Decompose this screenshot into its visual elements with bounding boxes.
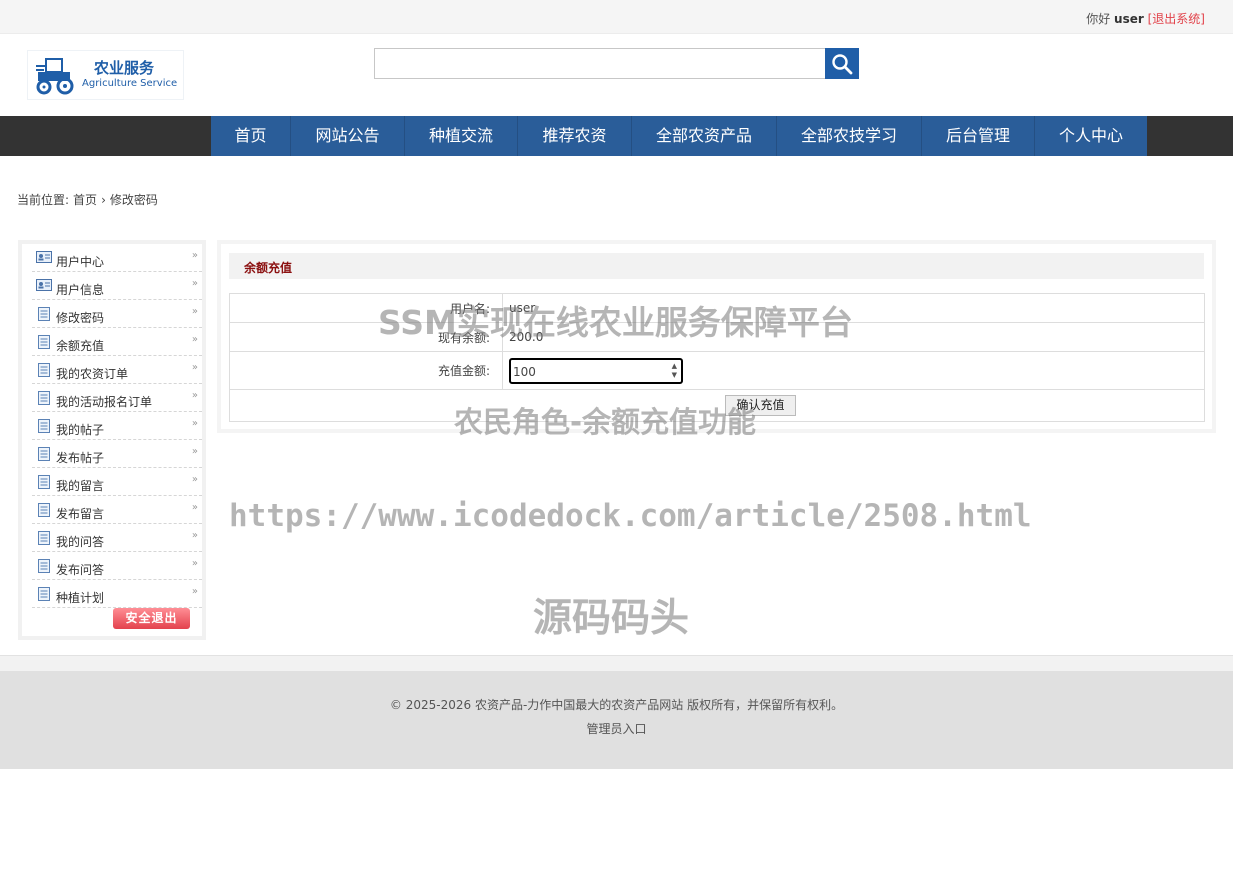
sidebar-item-label: 我的帖子: [56, 423, 105, 437]
user-greeting: 你好 user [退出系统]: [1086, 10, 1205, 27]
nav-item-home[interactable]: 首页: [211, 116, 291, 156]
chevron-right-icon: »: [191, 418, 198, 429]
username-text: user: [1114, 12, 1144, 26]
number-spinner-icon[interactable]: ▲ ▼: [672, 362, 677, 380]
footer-divider: [0, 655, 1233, 671]
nav-item-recommended[interactable]: 推荐农资: [518, 116, 632, 156]
breadcrumb-prefix: 当前位置:: [17, 193, 70, 207]
logo-subtitle: Agriculture Service: [82, 78, 178, 89]
sidebar-item[interactable]: 发布问答 »: [32, 552, 202, 580]
chevron-right-icon: »: [191, 530, 198, 541]
nav-item-all-learning[interactable]: 全部农技学习: [777, 116, 922, 156]
site-logo[interactable]: 农业服务 Agriculture Service: [27, 50, 184, 100]
document-icon: [38, 475, 50, 492]
sidebar-item-label: 我的问答: [56, 535, 105, 549]
amount-label: 充值金额:: [229, 351, 503, 390]
sidebar-item[interactable]: 修改密码 »: [32, 300, 202, 328]
sidebar-item-label: 发布问答: [56, 563, 105, 577]
document-icon: [38, 587, 50, 604]
watermark-brand: 源码码头: [533, 596, 690, 641]
chevron-right-icon: »: [191, 362, 198, 373]
sidebar-item[interactable]: 我的活动报名订单 »: [32, 384, 202, 412]
sidebar-item-label: 发布留言: [56, 507, 105, 521]
nav-item-all-products[interactable]: 全部农资产品: [632, 116, 777, 156]
footer-copyright: © 2025-2026 农资产品-力作中国最大的农资产品网站 版权所有，并保留所…: [389, 698, 844, 712]
document-icon: [38, 307, 50, 324]
amount-input[interactable]: 100 ▲ ▼: [509, 357, 683, 384]
document-icon: [38, 363, 50, 380]
breadcrumb-home[interactable]: 首页: [73, 193, 97, 207]
chevron-right-icon: »: [191, 306, 198, 317]
main-navbar: 首页 网站公告 种植交流 推荐农资 全部农资产品 全部农技学习 后台管理 个人中…: [0, 116, 1233, 156]
document-icon: [38, 503, 50, 520]
user-card-icon: [36, 251, 52, 266]
document-icon: [38, 559, 50, 576]
form-row-amount: 充值金额: 100 ▲ ▼: [229, 351, 1205, 390]
sidebar-item-label: 用户信息: [56, 283, 105, 297]
sidebar-item[interactable]: 我的农资订单 »: [32, 356, 202, 384]
main-nav: 首页 网站公告 种植交流 推荐农资 全部农资产品 全部农技学习 后台管理 个人中…: [211, 116, 1147, 156]
sidebar-item[interactable]: 发布留言 »: [32, 496, 202, 524]
nav-item-notices[interactable]: 网站公告: [291, 116, 405, 156]
sidebar-item-label: 我的留言: [56, 479, 105, 493]
document-icon: [38, 419, 50, 436]
panel-title: 余额充值: [244, 261, 293, 275]
nav-item-profile[interactable]: 个人中心: [1035, 116, 1147, 156]
breadcrumb-separator: ›: [101, 193, 106, 207]
search-button[interactable]: [825, 48, 859, 79]
sidebar-item-label: 发布帖子: [56, 451, 105, 465]
chevron-right-icon: »: [191, 558, 198, 569]
sidebar-menu: 用户中心» 用户信息» 修改密码» 余额充值» 我的农资订单» 我的活动报名订单» 我的帖子…: [32, 244, 202, 608]
sidebar-item-label: 用户中心: [56, 255, 105, 269]
chevron-right-icon: »: [191, 474, 198, 485]
watermark-url: https://www.icodedock.com/article/2508.h…: [229, 498, 1032, 534]
sidebar-item[interactable]: 我的留言 »: [32, 468, 202, 496]
sidebar-item[interactable]: 发布帖子 »: [32, 440, 202, 468]
sidebar-item[interactable]: 我的帖子 »: [32, 412, 202, 440]
chevron-right-icon: »: [191, 502, 198, 513]
admin-entry-link[interactable]: 管理员入口: [0, 720, 1233, 737]
document-icon: [38, 335, 50, 352]
sidebar-item-label: 修改密码: [56, 311, 105, 325]
amount-cell: 100 ▲ ▼: [502, 351, 1205, 390]
safe-logout-button[interactable]: 安全退出: [113, 608, 190, 629]
document-icon: [38, 391, 50, 408]
nav-item-planting-exchange[interactable]: 种植交流: [405, 116, 518, 156]
sidebar-item[interactable]: 用户中心 »: [32, 244, 202, 272]
breadcrumb: 当前位置: 首页 › 修改密码: [17, 191, 162, 208]
chevron-right-icon: »: [191, 278, 198, 289]
footer: © 2025-2026 农资产品-力作中国最大的农资产品网站 版权所有，并保留所…: [0, 671, 1233, 769]
panel-title-bar: 余额充值: [229, 253, 1204, 279]
chevron-right-icon: »: [191, 390, 198, 401]
watermark-title: SSM实现在线农业服务保障平台: [378, 303, 853, 342]
sidebar-item-label: 种植计划: [56, 591, 105, 605]
sidebar-item-label: 我的活动报名订单: [56, 395, 153, 409]
logo-title: 农业服务: [94, 59, 155, 77]
top-bar: 你好 user [退出系统]: [0, 0, 1233, 34]
chevron-right-icon: »: [191, 334, 198, 345]
sidebar-item[interactable]: 种植计划 »: [32, 580, 202, 608]
page: 你好 user [退出系统] 农业服务 Agriculture Service …: [0, 0, 1233, 874]
chevron-right-icon: »: [191, 586, 198, 597]
document-icon: [38, 531, 50, 548]
sidebar-item[interactable]: 用户信息 »: [32, 272, 202, 300]
document-icon: [38, 447, 50, 464]
breadcrumb-current: 修改密码: [109, 193, 158, 207]
amount-value: 100: [513, 364, 536, 379]
sidebar-item[interactable]: 我的问答 »: [32, 524, 202, 552]
chevron-right-icon: »: [191, 446, 198, 457]
search-input[interactable]: [374, 48, 826, 79]
logout-link[interactable]: [退出系统]: [1148, 12, 1205, 26]
sidebar-item[interactable]: 余额充值 »: [32, 328, 202, 356]
watermark-subtitle: 农民角色-余额充值功能: [454, 405, 757, 439]
greeting-text: 你好: [1086, 12, 1111, 26]
user-sidebar: 用户中心» 用户信息» 修改密码» 余额充值» 我的农资订单» 我的活动报名订单» 我的帖子…: [18, 240, 206, 640]
user-card-icon: [36, 279, 52, 294]
sidebar-item-label: 我的农资订单: [56, 367, 129, 381]
tractor-icon: [36, 58, 74, 95]
nav-item-admin[interactable]: 后台管理: [922, 116, 1035, 156]
search-icon: [832, 54, 853, 75]
sidebar-item-label: 余额充值: [56, 339, 105, 353]
chevron-right-icon: »: [191, 250, 198, 261]
